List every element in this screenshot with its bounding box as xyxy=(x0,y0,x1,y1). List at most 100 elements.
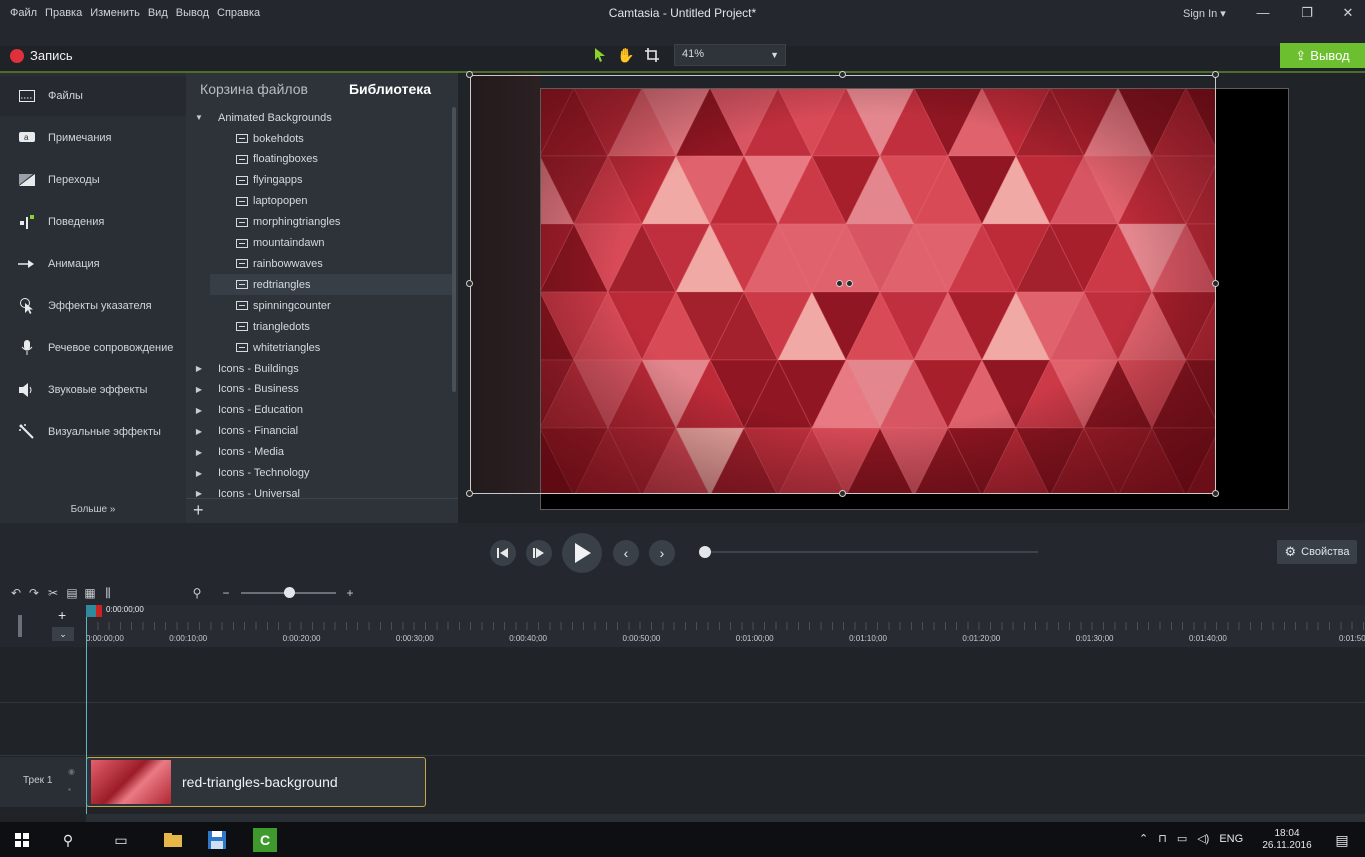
volume-icon[interactable]: ◁) xyxy=(1197,832,1209,845)
step-back-button[interactable] xyxy=(490,540,516,566)
menu-modify[interactable]: Изменить xyxy=(86,7,144,19)
menu-view[interactable]: Вид xyxy=(144,7,172,19)
nav-animations[interactable]: Анимация xyxy=(0,244,186,284)
windows-start-icon[interactable] xyxy=(10,828,34,852)
tree-folder[interactable]: ▶ Icons - Universal xyxy=(186,483,452,499)
resize-handle[interactable] xyxy=(1212,71,1219,78)
properties-button[interactable]: ⚙ Свойства xyxy=(1277,540,1357,564)
clock[interactable]: 18:04 26.11.2016 xyxy=(1262,828,1312,852)
task-view-icon[interactable]: ▭ xyxy=(109,828,133,852)
language-indicator[interactable]: ENG xyxy=(1219,833,1243,845)
playhead-marker[interactable] xyxy=(86,605,96,617)
nav-transitions[interactable]: Переходы xyxy=(0,160,186,200)
eye-icon[interactable]: ◉ xyxy=(68,767,75,776)
tree-folder[interactable]: ▶ Icons - Technology xyxy=(186,463,452,484)
split-icon[interactable]: ⫼ xyxy=(100,585,116,601)
resize-handle[interactable] xyxy=(466,490,473,497)
minimize-icon[interactable]: — xyxy=(1252,4,1274,22)
pan-hand-icon[interactable]: ✋ xyxy=(616,45,636,65)
menu-file[interactable]: Файл xyxy=(6,7,41,19)
next-button[interactable]: › xyxy=(649,540,675,566)
timeline-tracks[interactable]: Трек 1 ◉ ▪ red-triangles-background xyxy=(0,647,1365,815)
menu-export[interactable]: Вывод xyxy=(172,7,213,19)
tree-item-floatingboxes[interactable]: floatingboxes xyxy=(186,149,452,170)
timeline-clip[interactable]: red-triangles-background xyxy=(86,757,426,807)
play-button[interactable] xyxy=(562,533,602,573)
tree-item-spinningcounter[interactable]: spinningcounter xyxy=(186,295,452,316)
zoom-search-icon[interactable]: ⚲ xyxy=(189,585,205,601)
library-scrollbar[interactable] xyxy=(452,107,456,392)
menu-edit[interactable]: Правка xyxy=(41,7,86,19)
track-height-slider[interactable] xyxy=(18,615,22,637)
tree-folder[interactable]: ▶ Icons - Education xyxy=(186,400,452,421)
previous-button[interactable]: ‹ xyxy=(613,540,639,566)
timeline-zoom-handle[interactable] xyxy=(284,587,295,598)
tree-item-flyingapps[interactable]: flyingapps xyxy=(186,170,452,191)
resize-handle[interactable] xyxy=(466,71,473,78)
chevron-down-icon[interactable]: ⌄ xyxy=(52,627,74,641)
tree-folder[interactable]: ▶ Icons - Business xyxy=(186,379,452,400)
tree-folder[interactable]: ▶ Icons - Media xyxy=(186,442,452,463)
nav-visual-effects[interactable]: Визуальные эффекты xyxy=(0,412,186,452)
tree-item-rainbowwaves[interactable]: rainbowwaves xyxy=(186,253,452,274)
redo-icon[interactable]: ↷ xyxy=(26,585,42,601)
resize-handle[interactable] xyxy=(1212,490,1219,497)
resize-handle[interactable] xyxy=(839,71,846,78)
step-forward-button[interactable] xyxy=(526,540,552,566)
resize-handle[interactable] xyxy=(1212,280,1219,287)
chevron-up-icon[interactable]: ⌃ xyxy=(1139,832,1148,845)
tree-item-mountaindawn[interactable]: mountaindawn xyxy=(186,233,452,254)
menu-help[interactable]: Справка xyxy=(213,7,264,19)
tree-item-bokehdots[interactable]: bokehdots xyxy=(186,128,452,149)
tree-item-laptopopen[interactable]: laptopopen xyxy=(186,191,452,212)
tree-item-morphingtriangles[interactable]: morphingtriangles xyxy=(186,212,452,233)
tree-folder[interactable]: ▶ Icons - Buildings xyxy=(186,358,452,379)
resize-handle[interactable] xyxy=(466,280,473,287)
video-preview[interactable] xyxy=(540,88,1216,493)
playhead-out-marker[interactable] xyxy=(96,605,102,617)
floppy-app-icon[interactable] xyxy=(205,828,229,852)
nav-cursor-effects[interactable]: Эффекты указателя xyxy=(0,286,186,326)
zoom-in-icon[interactable]: + xyxy=(342,585,358,601)
zoom-dropdown[interactable]: 41% ▼ xyxy=(674,44,786,66)
sign-in-button[interactable]: Sign In ▾ xyxy=(1183,7,1226,20)
add-icon[interactable]: + xyxy=(193,501,204,519)
restore-icon[interactable]: ❐ xyxy=(1296,4,1318,22)
rotate-handle[interactable] xyxy=(846,280,853,287)
tab-media-bin[interactable]: Корзина файлов xyxy=(186,73,322,107)
search-icon[interactable]: ⚲ xyxy=(56,828,80,852)
paste-icon[interactable]: ▦ xyxy=(82,585,98,601)
tree-item-whitetriangles[interactable]: whitetriangles xyxy=(186,337,452,358)
add-track-icon[interactable]: + xyxy=(58,607,66,623)
timeline-ruler[interactable]: 0:00:00;00 0:00:10;00 0:00:20;00 0:00:30;00… xyxy=(0,605,1365,647)
tree-folder-animated-backgrounds[interactable]: ▼ Animated Backgrounds xyxy=(186,107,452,128)
nav-media-bin[interactable]: Файлы xyxy=(0,76,186,116)
copy-icon[interactable]: ▤ xyxy=(64,585,80,601)
crop-icon[interactable] xyxy=(642,45,662,65)
resize-handle[interactable] xyxy=(839,490,846,497)
tree-item-triangledots[interactable]: triangledots xyxy=(186,316,452,337)
cut-icon[interactable]: ✂ xyxy=(45,585,61,601)
record-button[interactable]: Запись xyxy=(10,48,73,63)
nav-voice-narration[interactable]: Речевое сопровождение xyxy=(0,328,186,368)
lock-icon[interactable]: ▪ xyxy=(68,785,71,794)
tab-library[interactable]: Библиотека xyxy=(322,73,458,107)
rotate-handle[interactable] xyxy=(836,280,843,287)
canvas-area[interactable] xyxy=(458,71,1365,523)
more-button[interactable]: Больше » xyxy=(0,500,186,520)
usb-icon[interactable]: ⊓ xyxy=(1158,832,1167,845)
close-icon[interactable]: ✕ xyxy=(1337,4,1359,22)
track-header[interactable]: Трек 1 ◉ ▪ xyxy=(0,757,86,807)
file-explorer-icon[interactable] xyxy=(161,828,185,852)
zoom-out-icon[interactable]: − xyxy=(218,585,234,601)
tree-folder[interactable]: ▶ Icons - Financial xyxy=(186,421,452,442)
network-icon[interactable]: ▭ xyxy=(1177,832,1187,845)
notifications-icon[interactable]: ▤ xyxy=(1330,828,1354,852)
export-button[interactable]: ⇪ Вывод xyxy=(1280,43,1365,68)
camtasia-app-icon[interactable]: C xyxy=(253,828,277,852)
scrub-handle[interactable] xyxy=(699,546,711,558)
timeline-scrollbar[interactable] xyxy=(86,814,1365,822)
tree-item-redtriangles[interactable]: redtriangles xyxy=(210,274,452,296)
undo-icon[interactable]: ↶ xyxy=(8,585,24,601)
nav-annotations[interactable]: a Примечания xyxy=(0,118,186,158)
